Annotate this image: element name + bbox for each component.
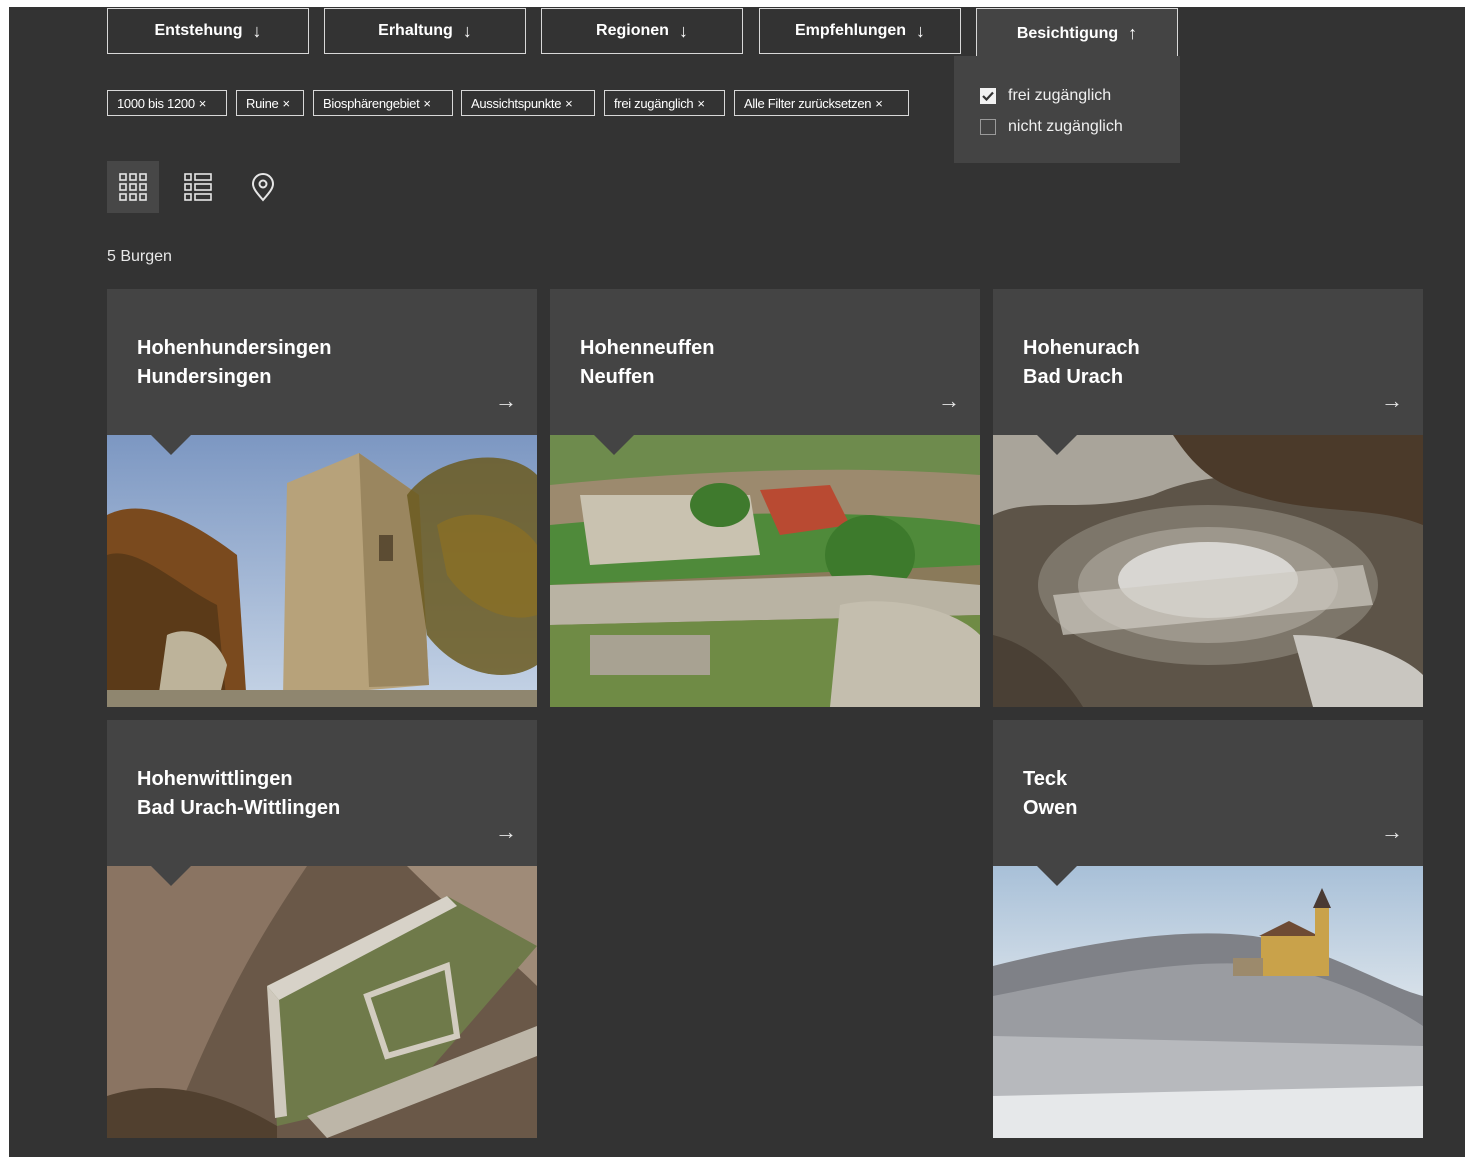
arrow-up-icon: ↑ — [1128, 23, 1138, 43]
filter-label: Erhaltung — [378, 22, 453, 39]
castle-place: Neuffen — [580, 366, 655, 388]
arrow-right-icon[interactable]: → — [495, 388, 517, 414]
card-notch — [1037, 435, 1077, 455]
chip-label: 1000 bis 1200 — [117, 95, 195, 111]
card-header: Hohenhundersingen Hundersingen → — [107, 289, 537, 435]
chip-label: frei zugänglich — [614, 95, 694, 111]
arrow-right-icon[interactable]: → — [495, 819, 517, 845]
castle-image — [107, 866, 537, 1138]
castle-card-teck[interactable]: Teck Owen → — [993, 720, 1423, 1138]
arrow-right-icon[interactable]: → — [938, 388, 960, 414]
castle-image — [550, 435, 980, 707]
card-notch — [1037, 866, 1077, 886]
card-notch — [594, 435, 634, 455]
option-label: frei zugänglich — [1008, 86, 1112, 104]
checkmark-icon — [982, 91, 994, 101]
chip-1000-bis-1200[interactable]: 1000 bis 1200 × — [107, 90, 227, 116]
card-header: Hohenneuffen Neuffen → — [550, 289, 980, 435]
card-title: Hohenneuffen Neuffen — [580, 334, 714, 392]
filter-besichtigung-button[interactable]: Besichtigung ↑ — [976, 8, 1178, 58]
card-header: Hohenwittlingen Bad Urach-Wittlingen → — [107, 720, 537, 866]
card-notch — [151, 866, 191, 886]
card-notch — [151, 435, 191, 455]
castle-image — [993, 866, 1423, 1138]
castle-name: Hohenurach — [1023, 337, 1140, 359]
castle-name: Teck — [1023, 768, 1068, 790]
close-icon[interactable]: × — [199, 96, 207, 111]
filter-label: Empfehlungen — [794, 22, 907, 39]
chip-ruine[interactable]: Ruine × — [236, 90, 304, 116]
castle-place: Owen — [1023, 797, 1078, 819]
page: Entstehung ↓ Erhaltung ↓ Regionen ↓ Empf… — [9, 7, 1465, 1157]
grid-view-button[interactable] — [107, 161, 159, 213]
option-frei-zugaenglich[interactable]: frei zugänglich — [980, 80, 1180, 111]
chip-biosphaerengebiet[interactable]: Biosphärengebiet × — [313, 90, 453, 116]
card-title: Hohenhundersingen Hundersingen — [137, 334, 331, 392]
close-icon[interactable]: × — [565, 96, 573, 111]
castle-image — [107, 435, 537, 707]
arrow-down-icon: ↓ — [252, 20, 262, 41]
card-title: Teck Owen — [1023, 765, 1077, 823]
filter-label: Entstehung — [154, 22, 243, 39]
close-icon[interactable]: × — [697, 96, 705, 111]
option-nicht-zugaenglich[interactable]: nicht zugänglich — [980, 111, 1180, 142]
card-title: Hohenurach Bad Urach — [1023, 334, 1140, 392]
chip-reset-all-filters[interactable]: Alle Filter zurücksetzen × — [734, 90, 909, 116]
chip-aussichtspunkte[interactable]: Aussichtspunkte × — [461, 90, 595, 116]
checkbox-unchecked[interactable] — [980, 118, 996, 135]
arrow-right-icon[interactable]: → — [1381, 388, 1403, 414]
besichtigung-dropdown: frei zugänglich nicht zugänglich — [954, 56, 1180, 163]
list-view-button[interactable] — [172, 161, 224, 213]
filter-label: Besichtigung — [1016, 24, 1119, 42]
card-title: Hohenwittlingen Bad Urach-Wittlingen — [137, 765, 340, 823]
castle-card-hohenurach[interactable]: Hohenurach Bad Urach → — [993, 289, 1423, 707]
map-pin-icon — [251, 173, 275, 202]
close-icon[interactable]: × — [423, 96, 431, 111]
chip-label: Ruine — [246, 95, 279, 111]
chip-label: Alle Filter zurücksetzen — [744, 95, 872, 111]
arrow-down-icon: ↓ — [462, 20, 472, 41]
castle-place: Hundersingen — [137, 366, 272, 388]
filter-regionen-button[interactable]: Regionen ↓ — [541, 8, 743, 54]
castle-name: Hohenneuffen — [580, 337, 715, 359]
close-icon[interactable]: × — [282, 96, 290, 111]
filter-erhaltung-button[interactable]: Erhaltung ↓ — [324, 8, 526, 54]
filter-empfehlungen-button[interactable]: Empfehlungen ↓ — [759, 8, 961, 54]
castle-place: Bad Urach-Wittlingen — [137, 797, 341, 819]
map-view-button[interactable] — [237, 161, 289, 213]
card-header: Teck Owen → — [993, 720, 1423, 866]
list-icon — [184, 173, 212, 201]
filter-entstehung-button[interactable]: Entstehung ↓ — [107, 8, 309, 54]
castle-card-hohenneuffen[interactable]: Hohenneuffen Neuffen → — [550, 289, 980, 707]
castle-image — [993, 435, 1423, 707]
card-header: Hohenurach Bad Urach → — [993, 289, 1423, 435]
castle-name: Hohenwittlingen — [137, 768, 293, 790]
castle-card-hohenwittlingen[interactable]: Hohenwittlingen Bad Urach-Wittlingen → — [107, 720, 537, 1138]
chip-label: Aussichtspunkte — [471, 95, 562, 111]
option-label: nicht zugänglich — [1008, 117, 1123, 135]
grid-icon — [119, 173, 147, 201]
arrow-down-icon: ↓ — [916, 20, 926, 41]
filter-label: Regionen — [596, 22, 669, 39]
castle-place: Bad Urach — [1023, 366, 1124, 388]
chip-frei-zugaenglich[interactable]: frei zugänglich × — [604, 90, 725, 116]
result-count: 5 Burgen — [107, 248, 172, 265]
castle-card-hohenhundersingen[interactable]: Hohenhundersingen Hundersingen → — [107, 289, 537, 707]
arrow-right-icon[interactable]: → — [1381, 819, 1403, 845]
castle-name: Hohenhundersingen — [137, 337, 332, 359]
chip-label: Biosphärengebiet — [323, 95, 420, 111]
checkbox-checked[interactable] — [980, 87, 996, 104]
arrow-down-icon: ↓ — [678, 20, 688, 41]
close-icon[interactable]: × — [875, 96, 883, 111]
